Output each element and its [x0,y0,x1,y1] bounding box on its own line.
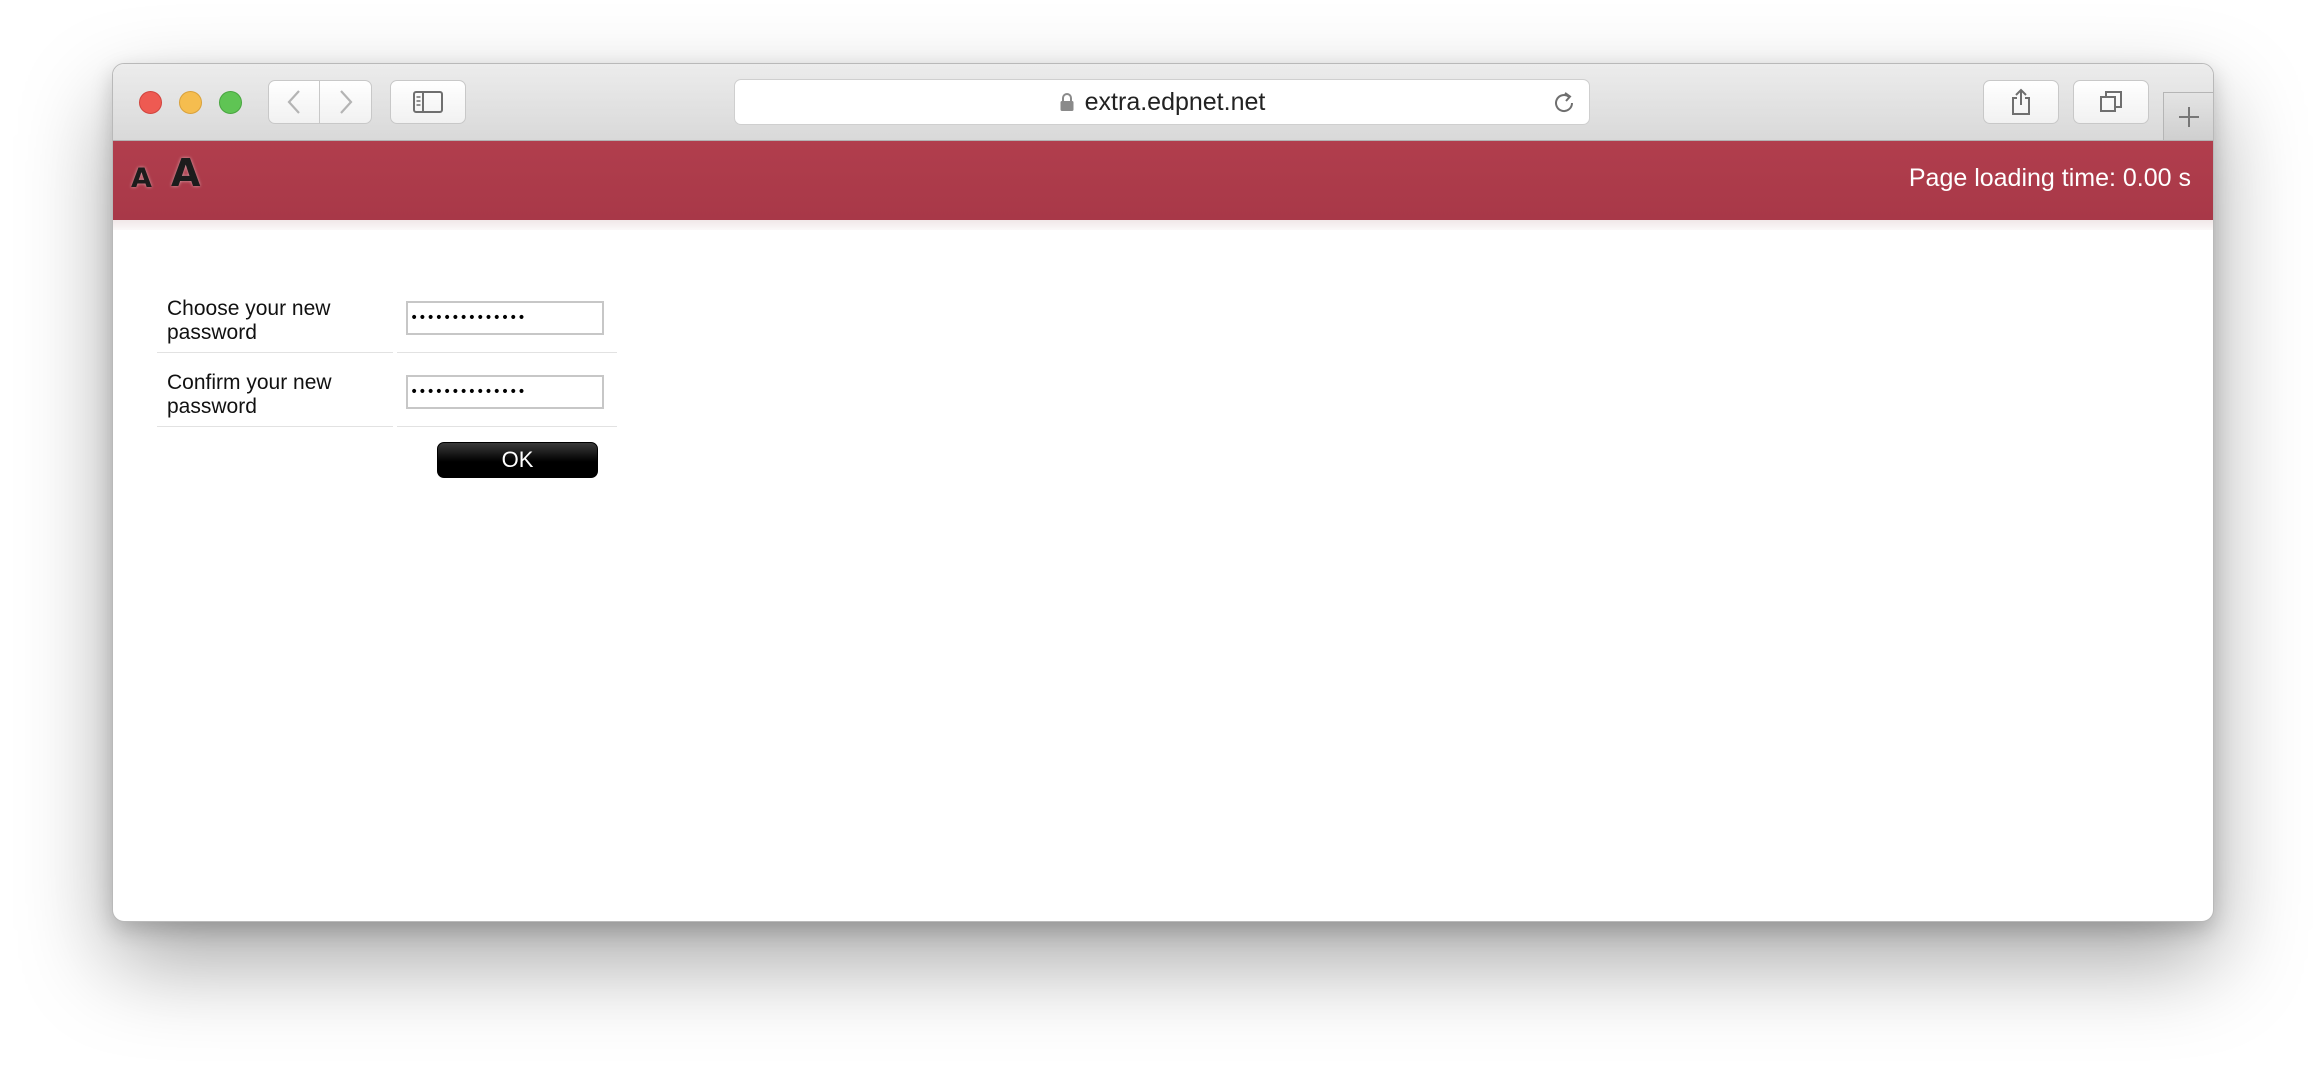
confirm-password-row: Confirm your new password [157,353,617,427]
password-form: Choose your new password Confirm your ne… [157,279,617,427]
ok-button[interactable]: OK [437,442,598,478]
browser-window: extra.edpnet.net A A Page loading time: … [112,63,2214,922]
share-button[interactable] [1983,80,2059,124]
new-password-row: Choose your new password [157,279,617,353]
address-url: extra.edpnet.net [1084,87,1266,116]
minimize-window-button[interactable] [179,91,202,114]
increase-font-size-button[interactable]: A [171,151,200,195]
new-password-input-cell [397,279,617,353]
stage: extra.edpnet.net A A Page loading time: … [0,0,2324,1080]
sidebar-button[interactable] [390,80,466,124]
browser-toolbar: extra.edpnet.net [113,64,2213,141]
confirm-password-label-cell: Confirm your new password [157,353,393,427]
site-header [113,141,2213,220]
tabs-overview-icon [2100,91,2122,112]
header-divider [113,220,2213,230]
confirm-password-label: Confirm your new password [167,371,332,418]
forward-button[interactable] [320,80,372,124]
close-window-button[interactable] [139,91,162,114]
new-password-input[interactable] [406,301,604,335]
zoom-window-button[interactable] [219,91,242,114]
address-content: extra.edpnet.net [735,80,1589,124]
plus-icon [2178,106,2199,127]
new-password-label-cell: Choose your new password [157,279,393,353]
sidebar-icon [413,91,443,113]
new-tab-button[interactable] [2163,92,2213,140]
back-button[interactable] [268,80,320,124]
show-tabs-button[interactable] [2073,80,2149,124]
navigation-buttons [268,80,372,124]
page-loading-time: Page loading time: 0.00 s [1908,164,2191,192]
confirm-password-input-cell [397,353,617,427]
share-icon [2012,88,2030,115]
chevron-right-icon [339,90,352,114]
confirm-password-input[interactable] [406,375,604,409]
lock-icon [1060,93,1074,111]
address-bar[interactable]: extra.edpnet.net [734,79,1590,125]
chevron-left-icon [287,90,300,114]
reload-icon[interactable] [1551,90,1577,116]
decrease-font-size-button[interactable]: A [131,163,152,194]
new-password-label: Choose your new password [167,297,331,344]
